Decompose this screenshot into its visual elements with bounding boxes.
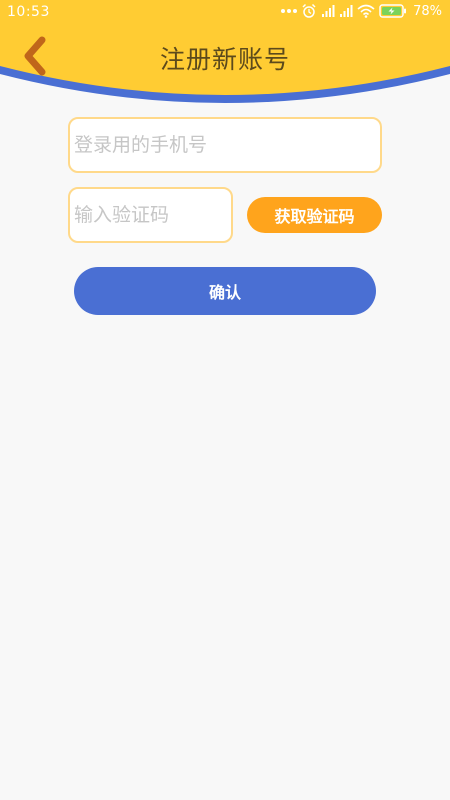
wifi-icon <box>357 4 375 18</box>
status-icons: 78% <box>281 3 442 19</box>
verification-code-field[interactable] <box>68 187 233 243</box>
get-code-label: 获取验证码 <box>274 207 355 226</box>
signal-icon <box>340 5 353 17</box>
status-bar: 10:53 78% <box>0 0 450 26</box>
phone-field[interactable] <box>68 117 382 173</box>
alarm-icon <box>302 3 316 18</box>
battery-percentage: 78% <box>413 3 442 19</box>
verification-code-input[interactable] <box>70 189 231 241</box>
signal-icon <box>322 5 335 17</box>
phone-input[interactable] <box>70 119 380 171</box>
page-title: 注册新账号 <box>159 45 290 74</box>
status-time: 10:53 <box>7 4 50 20</box>
get-code-button[interactable]: 获取验证码 <box>247 197 382 233</box>
battery-charging-icon <box>379 4 407 18</box>
confirm-button[interactable]: 确认 <box>74 267 376 315</box>
more-dots-icon <box>281 9 298 13</box>
confirm-label: 确认 <box>208 283 241 302</box>
app-header: 10:53 78% 注册新账号 <box>0 0 450 106</box>
